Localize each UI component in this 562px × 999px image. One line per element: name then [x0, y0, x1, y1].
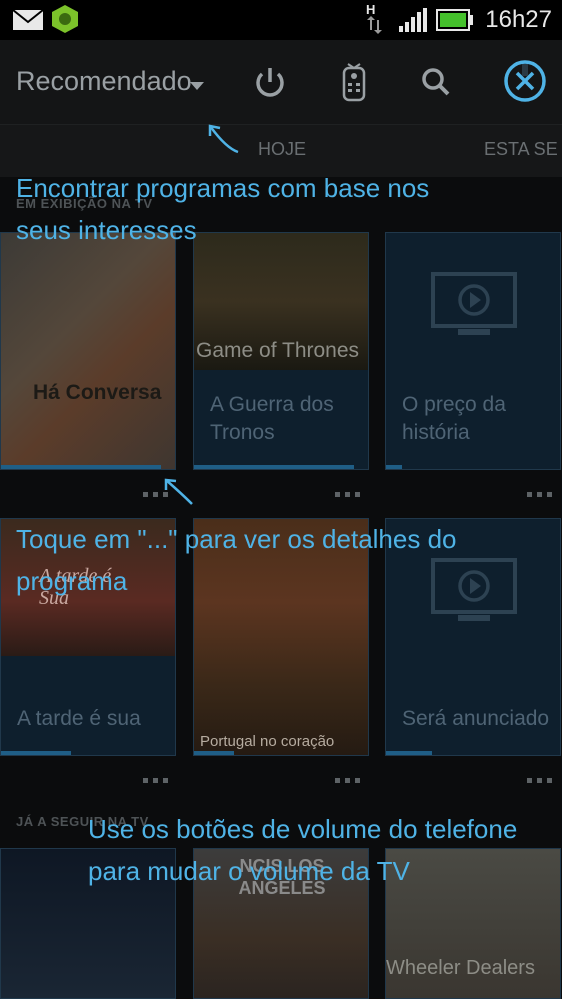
tab-today[interactable]: HOJE	[258, 139, 306, 160]
more-options-button[interactable]	[527, 768, 557, 783]
program-thumbnail	[1, 233, 175, 469]
hint-interests: Encontrar programas com base nos seus in…	[16, 173, 430, 245]
hint-arrow-icon	[160, 474, 200, 518]
more-options-button[interactable]	[527, 482, 557, 497]
progress-bar	[1, 465, 161, 469]
hint-arrow-icon	[204, 118, 244, 162]
hint-details: Toque em "..." para ver os detalhes do p…	[16, 524, 457, 596]
program-caption: O preço da história	[402, 393, 506, 444]
program-overlay-title: Wheeler Dealers	[386, 957, 535, 979]
tab-this-week[interactable]: ESTA SE	[484, 139, 558, 160]
more-options-button[interactable]	[335, 482, 365, 497]
program-caption: Será anunciado	[402, 707, 550, 730]
network-type-label: H	[366, 2, 375, 17]
battery-icon	[436, 9, 474, 35]
progress-bar	[194, 465, 354, 469]
program-overlay-title: Portugal no coração	[200, 733, 335, 750]
app-bar: Recomendado	[0, 40, 562, 124]
program-card[interactable]: O preço da história	[385, 232, 561, 470]
program-card[interactable]: Há Conversa	[0, 232, 176, 470]
view-selector-label: Recomendado	[16, 66, 192, 96]
close-icon[interactable]	[500, 56, 550, 106]
progress-bar	[1, 751, 71, 755]
chevron-down-icon	[190, 82, 204, 90]
program-caption: A Guerra dos Tronos	[210, 393, 334, 444]
program-card[interactable]: Game of Thrones A Guerra dos Tronos	[193, 232, 369, 470]
program-overlay-title: Game of Thrones	[196, 339, 360, 362]
progress-bar	[194, 751, 234, 755]
progress-bar	[386, 751, 432, 755]
progress-bar	[386, 465, 402, 469]
clock: 16h27	[485, 6, 552, 33]
signal-icon	[398, 8, 428, 36]
power-icon[interactable]	[250, 62, 290, 102]
status-bar: H 16h27	[0, 0, 562, 40]
view-selector[interactable]: Recomendado	[0, 40, 220, 124]
more-options-button[interactable]	[335, 768, 365, 783]
data-arrows-icon: H	[362, 2, 384, 40]
tv-play-icon	[430, 271, 518, 339]
search-icon[interactable]	[416, 62, 456, 102]
more-options-button[interactable]	[143, 768, 173, 783]
app-shield-icon	[50, 4, 80, 38]
mail-icon	[12, 9, 44, 35]
program-caption: A tarde é sua	[17, 707, 141, 730]
program-overlay-title: Há Conversa	[33, 381, 162, 404]
hint-volume: Use os botões de volume do telefone para…	[88, 814, 518, 886]
remote-icon[interactable]	[334, 62, 374, 102]
